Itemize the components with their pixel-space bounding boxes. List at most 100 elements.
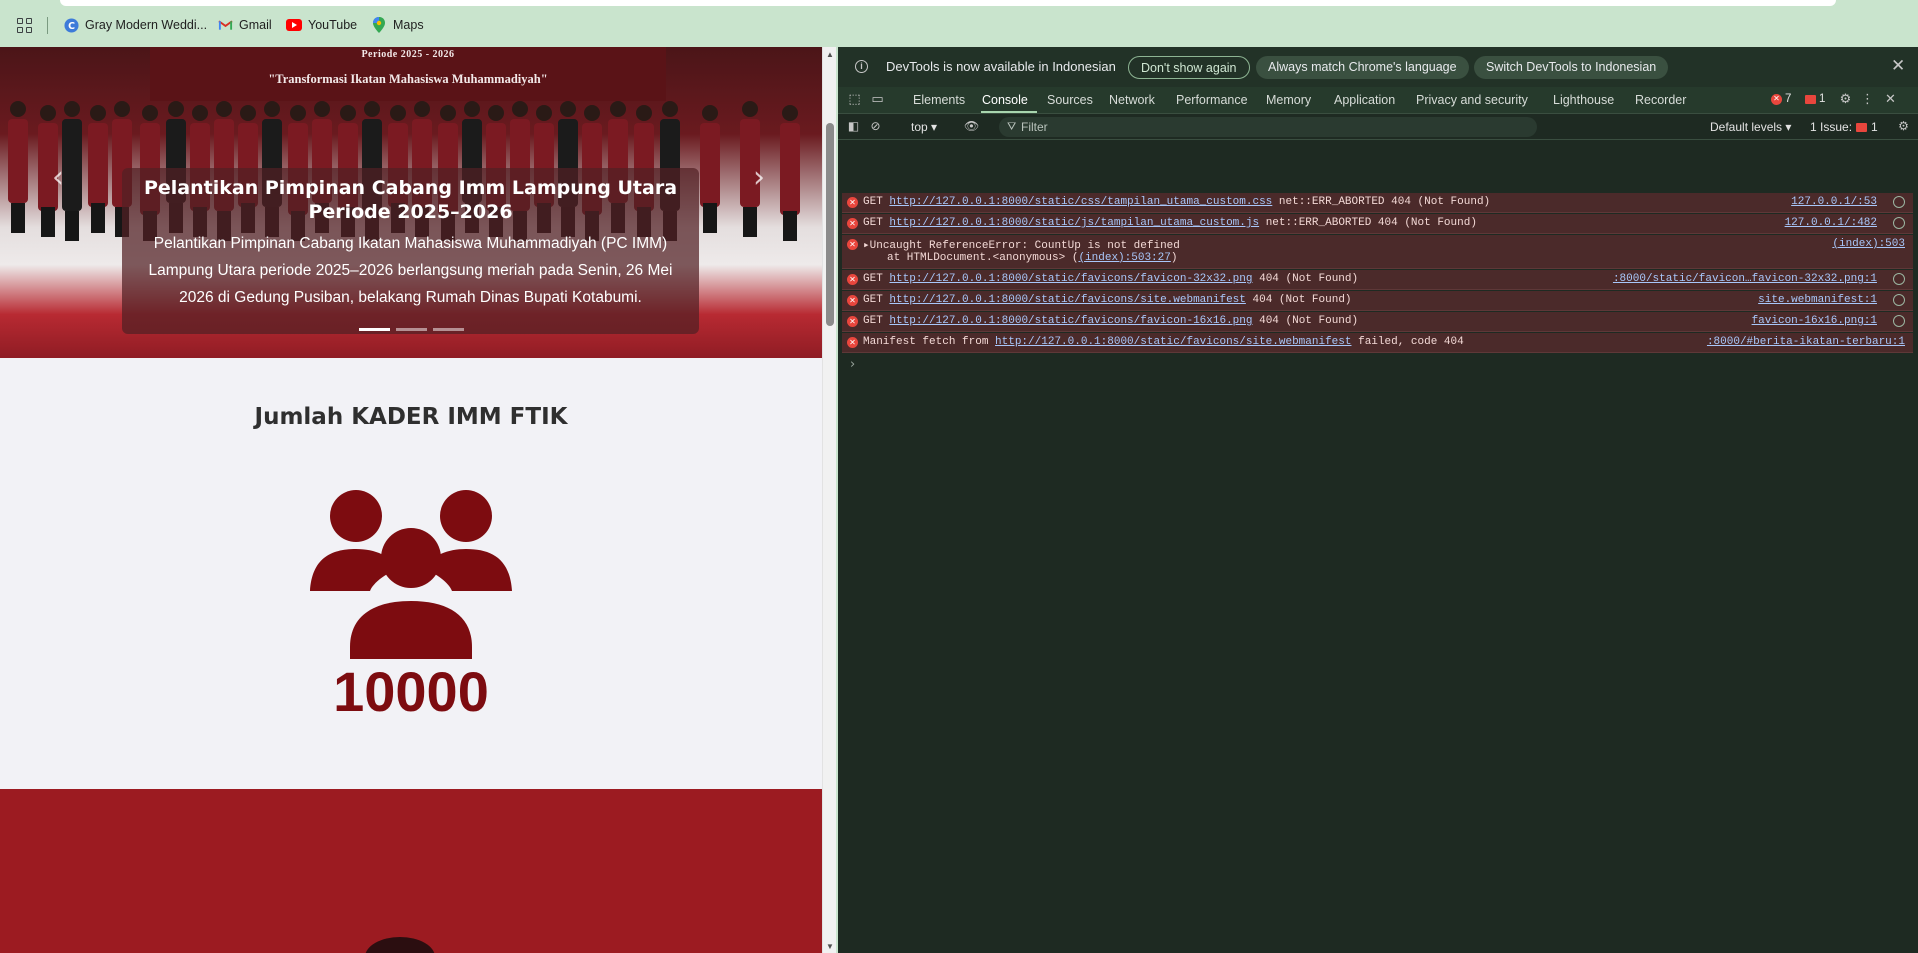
caption-title: Pelantikan Pimpinan Cabang Imm Lampung U… [143, 177, 678, 223]
device-toolbar-icon[interactable]: ▭ [870, 93, 885, 107]
source-link[interactable]: :8000/static/favicon…favicon-32x32.png:1 [1613, 273, 1877, 285]
request-url-link[interactable]: http://127.0.0.1:8000/static/css/tampila… [889, 196, 1272, 208]
tab-lighthouse[interactable]: Lighthouse [1553, 93, 1614, 107]
chevron-down-icon: ▾ [931, 120, 938, 134]
crowd-person [62, 101, 82, 241]
close-infobar-icon[interactable]: ✕ [1891, 56, 1905, 76]
network-request-icon[interactable] [1893, 315, 1905, 327]
inspect-element-icon[interactable]: ⬚ [847, 93, 862, 107]
network-request-icon[interactable] [1893, 196, 1905, 208]
clear-console-icon[interactable]: ⊘ [868, 119, 883, 134]
dont-show-again-button[interactable]: Don't show again [1128, 56, 1250, 79]
tab-sources[interactable]: Sources [1047, 93, 1093, 107]
carousel-prev-icon[interactable]: ‹ [52, 160, 64, 195]
request-url-link[interactable]: http://127.0.0.1:8000/static/favicons/fa… [889, 315, 1252, 327]
section-image-partial [365, 937, 435, 953]
tab-privacy-and-security[interactable]: Privacy and security [1416, 93, 1528, 107]
scrollbar-thumb[interactable] [826, 123, 834, 326]
maps-icon [371, 17, 387, 33]
error-icon: ✕ [847, 295, 858, 306]
source-link[interactable]: favicon-16x16.png:1 [1752, 315, 1877, 327]
console-error-row[interactable]: ✕ GET http://127.0.0.1:8000/static/js/ta… [842, 214, 1913, 234]
log-levels-dropdown[interactable]: Default levels ▾ [1710, 120, 1791, 134]
more-options-icon[interactable]: ⋮ [1860, 93, 1875, 107]
error-icon: ✕ [1771, 93, 1782, 105]
bookmark-label: Gmail [239, 18, 272, 32]
console-error-row[interactable]: ✕ GET http://127.0.0.1:8000/static/favic… [842, 270, 1913, 290]
gmail-icon [217, 17, 233, 33]
console-error-row[interactable]: ✕ GET http://127.0.0.1:8000/static/favic… [842, 312, 1913, 332]
network-request-icon[interactable] [1893, 217, 1905, 229]
error-icon: ✕ [847, 316, 858, 327]
issues-counter[interactable]: 1 Issue: 1 [1810, 120, 1878, 134]
tab-recorder[interactable]: Recorder [1635, 93, 1686, 107]
request-url-link[interactable]: http://127.0.0.1:8000/static/js/tampilan… [889, 217, 1259, 229]
tab-memory[interactable]: Memory [1266, 93, 1311, 107]
kader-count: 10000 [333, 660, 489, 723]
network-request-icon[interactable] [1893, 294, 1905, 306]
request-url-link[interactable]: http://127.0.0.1:8000/static/favicons/si… [889, 294, 1245, 306]
bookmark-maps[interactable]: Maps [371, 15, 424, 35]
tab-console[interactable]: Console [982, 93, 1028, 107]
tab-elements[interactable]: Elements [913, 93, 965, 107]
source-link[interactable]: 127.0.0.1/:53 [1791, 196, 1877, 208]
bookmark-gray-modern-wedding[interactable]: C Gray Modern Weddi... [63, 15, 207, 35]
stack-frame-link[interactable]: (index):503:27 [1078, 252, 1170, 264]
console-error-row[interactable]: ✕ GET http://127.0.0.1:8000/static/css/t… [842, 193, 1913, 213]
bookmark-label: YouTube [308, 18, 358, 32]
error-icon: ✕ [847, 337, 858, 348]
devtools-language-infobar: i DevTools is now available in Indonesia… [838, 47, 1918, 87]
tab-performance[interactable]: Performance [1176, 93, 1248, 107]
console-filter-input[interactable]: ⛛ Filter [999, 117, 1537, 137]
active-tab-indicator [981, 111, 1037, 113]
carousel-indicator[interactable] [433, 328, 464, 331]
scroll-down-icon[interactable]: ▼ [826, 942, 834, 951]
omnibox-edge [60, 0, 1836, 6]
source-link[interactable]: 127.0.0.1/:482 [1785, 217, 1877, 229]
source-link[interactable]: site.webmanifest:1 [1758, 294, 1877, 306]
tab-application[interactable]: Application [1334, 93, 1395, 107]
expand-triangle-icon[interactable]: ▸ [863, 240, 870, 252]
bookmarks-bar: C Gray Modern Weddi... Gmail YouTube Map… [0, 0, 1918, 47]
console-error-row[interactable]: ✕ GET http://127.0.0.1:8000/static/favic… [842, 291, 1913, 311]
request-url-link[interactable]: http://127.0.0.1:8000/static/favicons/si… [995, 336, 1351, 348]
bookmark-gmail[interactable]: Gmail [217, 15, 272, 35]
context-selector[interactable]: top ▾ [911, 120, 937, 134]
settings-gear-icon[interactable]: ⚙ [1838, 93, 1853, 107]
bookmark-label: Maps [393, 18, 424, 32]
error-count-badge[interactable]: ✕ 7 [1771, 93, 1791, 105]
bookmark-youtube[interactable]: YouTube [286, 15, 357, 35]
source-link[interactable]: :8000/#berita-ikatan-terbaru:1 [1707, 336, 1905, 348]
close-devtools-icon[interactable]: ✕ [1883, 93, 1898, 107]
issue-flag-icon [1805, 94, 1816, 104]
console-error-row[interactable]: ✕ ▸Uncaught ReferenceError: CountUp is n… [842, 235, 1913, 269]
scroll-up-icon[interactable]: ▲ [826, 50, 834, 59]
carousel-next-icon[interactable]: › [753, 160, 765, 195]
live-expression-eye-icon[interactable]: 👁 [964, 119, 979, 134]
page-scrollbar[interactable]: ▲ ▼ [822, 47, 836, 953]
console-settings-gear-icon[interactable]: ⚙ [1896, 119, 1911, 134]
request-url-link[interactable]: http://127.0.0.1:8000/static/favicons/fa… [889, 273, 1252, 285]
console-error-row[interactable]: ✕ Manifest fetch from http://127.0.0.1:8… [842, 333, 1913, 353]
sidebar-toggle-icon[interactable]: ◧ [846, 119, 861, 134]
apps-grid-icon[interactable] [17, 18, 32, 33]
carousel-indicator[interactable] [359, 328, 390, 331]
issues-badge[interactable]: 1 [1805, 93, 1825, 105]
error-icon: ✕ [847, 218, 858, 229]
match-chrome-language-button[interactable]: Always match Chrome's language [1256, 56, 1469, 79]
tab-network[interactable]: Network [1109, 93, 1155, 107]
switch-to-indonesian-button[interactable]: Switch DevTools to Indonesian [1474, 56, 1669, 79]
crowd-person [8, 101, 28, 233]
console-prompt-icon[interactable]: › [850, 357, 855, 372]
error-icon: ✕ [847, 274, 858, 285]
carousel-indicator[interactable] [396, 328, 427, 331]
canva-icon: C [63, 17, 79, 33]
network-request-icon[interactable] [1893, 273, 1905, 285]
chevron-down-icon: ▾ [1785, 120, 1792, 134]
infobar-message: DevTools is now available in Indonesian [886, 59, 1116, 74]
filter-placeholder: Filter [1021, 120, 1048, 134]
carousel-indicators [359, 328, 464, 331]
youtube-icon [286, 17, 302, 33]
source-link[interactable]: (index):503 [1832, 238, 1905, 250]
error-icon: ✕ [847, 197, 858, 208]
